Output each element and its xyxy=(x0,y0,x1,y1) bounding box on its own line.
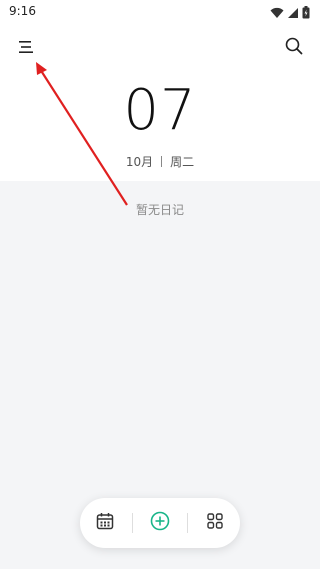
day-number: 07 xyxy=(123,78,197,143)
bar-divider xyxy=(131,513,133,533)
grid-icon xyxy=(207,513,224,533)
calendar-icon xyxy=(96,512,114,534)
date-separator xyxy=(161,156,163,167)
status-icons xyxy=(270,4,310,23)
signal-icon xyxy=(287,4,299,23)
calendar-button[interactable] xyxy=(83,501,127,545)
add-icon xyxy=(150,511,170,535)
date-subtitle: 10月 周二 xyxy=(0,153,320,170)
menu-icon xyxy=(18,39,34,58)
search-button[interactable] xyxy=(280,34,308,62)
top-bar xyxy=(0,28,320,68)
status-time: 9:16 xyxy=(9,4,36,18)
grid-button[interactable] xyxy=(193,501,237,545)
status-bar: 9:16 xyxy=(0,0,320,24)
battery-icon xyxy=(302,4,310,23)
add-diary-button[interactable] xyxy=(138,501,182,545)
wifi-icon xyxy=(270,4,284,23)
month-label: 10月 xyxy=(125,155,154,169)
app-screen: 9:16 07 10月 周二 暂无日记 xyxy=(0,0,320,569)
bottom-action-bar xyxy=(80,498,240,548)
menu-button[interactable] xyxy=(12,34,40,62)
empty-state-text: 暂无日记 xyxy=(135,203,184,217)
bar-divider xyxy=(187,513,189,533)
weekday-label: 周二 xyxy=(170,155,195,169)
date-header: 07 10月 周二 xyxy=(0,70,320,180)
search-icon xyxy=(285,37,303,59)
